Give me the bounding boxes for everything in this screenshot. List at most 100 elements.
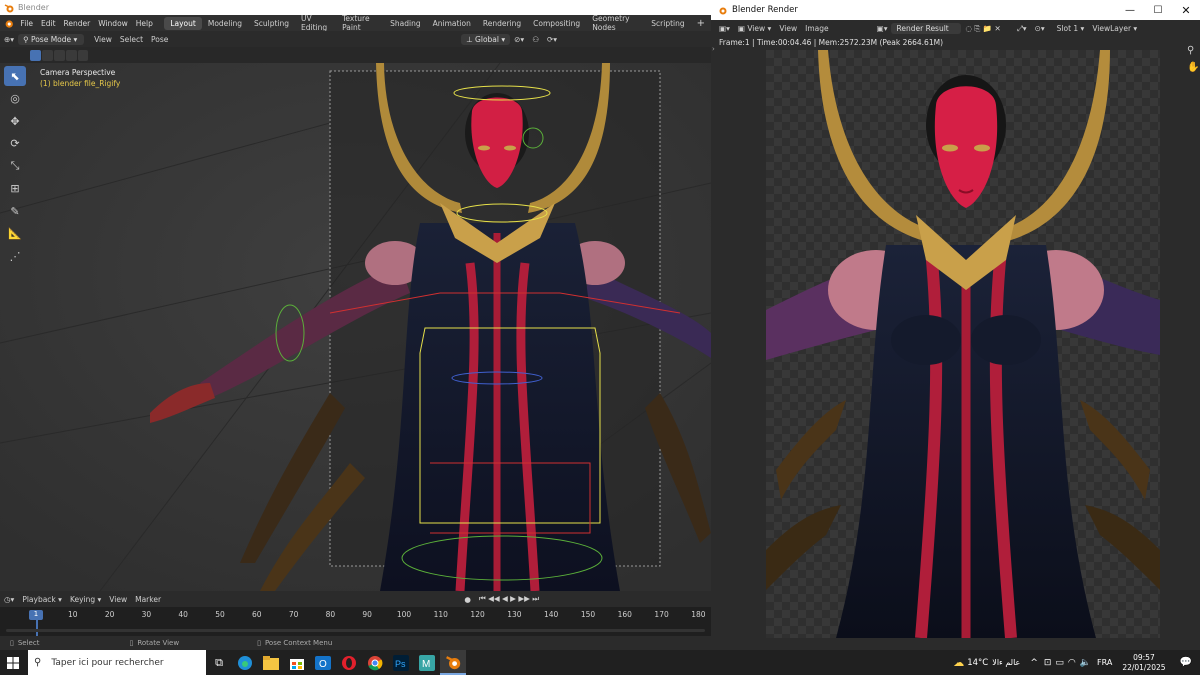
weather-icon[interactable]: ☁ — [953, 656, 964, 669]
menu-edit[interactable]: Edit — [37, 19, 60, 28]
mode-label: Pose Mode — [30, 34, 72, 44]
rotate-tool[interactable]: ⟳ — [4, 134, 26, 154]
add-workspace-icon[interactable]: + — [691, 16, 711, 31]
keying-label: Keying — [69, 594, 96, 604]
task-view-icon[interactable]: ⧉ — [206, 650, 232, 675]
orientation-dropdown[interactable]: ⊥ Global ▾ — [461, 33, 511, 45]
clock[interactable]: 09:57 22/01/2025 — [1122, 653, 1165, 673]
store-icon[interactable] — [284, 650, 310, 675]
timeline-editor-icon[interactable]: ◷▾ — [0, 594, 18, 605]
chrome-icon[interactable] — [362, 650, 388, 675]
render-result-field[interactable]: Render Result — [891, 23, 962, 34]
timeline-scrollbar[interactable] — [6, 629, 705, 632]
scale-tool[interactable]: ⤡ — [4, 156, 26, 176]
timeline-area[interactable]: 1 10 20 30 40 50 60 70 80 90 100 110 120 130 140 150 16… — [0, 607, 711, 636]
playhead-line — [36, 620, 38, 636]
maximize-icon[interactable]: ☐ — [1144, 5, 1172, 16]
menu-help[interactable]: Help — [132, 19, 157, 28]
selection-mode-bar — [0, 47, 711, 63]
render-view-dropdown[interactable]: ▣ View ▾ — [734, 23, 775, 34]
tab-animation[interactable]: Animation — [427, 17, 477, 30]
viewlayer-dropdown[interactable]: ViewLayer ▾ — [1088, 23, 1141, 34]
cursor-tool[interactable]: ◎ — [4, 89, 26, 109]
blender-menu-icon[interactable] — [3, 17, 13, 29]
edge-icon[interactable] — [232, 650, 258, 675]
render-image-menu[interactable]: Image — [801, 23, 833, 34]
image-editor-tool-icon[interactable]: ⤢▾ — [1013, 23, 1031, 35]
playback-controls[interactable]: ⏮ ◀◀ ◀ ▶ ▶▶ ⏭ — [475, 593, 543, 605]
proportional-icon[interactable]: ⟳▾ — [543, 34, 561, 45]
annotate-tool[interactable]: ✎ — [4, 201, 26, 221]
snap-icon[interactable]: ⚇ — [528, 34, 543, 45]
start-icon[interactable] — [0, 650, 26, 675]
taskbar-search[interactable]: ⚲ Taper ici pour rechercher — [28, 650, 206, 675]
view-menu[interactable]: View — [90, 34, 116, 45]
weather-temp[interactable]: 14°C — [967, 658, 988, 668]
bone-envelope-tool[interactable]: ⋰ — [4, 246, 26, 266]
marker-menu[interactable]: Marker — [131, 594, 165, 605]
slot-label: Slot 1 — [1056, 24, 1079, 33]
playback-menu[interactable]: Playback ▾ — [18, 594, 66, 605]
blender-taskbar-icon[interactable] — [440, 650, 466, 675]
render-view-menu[interactable]: View — [775, 23, 801, 34]
overlay-icon[interactable]: ⊙▾ — [1031, 23, 1049, 34]
transform-tool[interactable]: ⊞ — [4, 179, 26, 199]
wifi-icon[interactable]: ◠ — [1068, 658, 1076, 668]
tray-chevron-icon[interactable]: ^ — [1030, 658, 1038, 668]
tab-scripting[interactable]: Scripting — [645, 17, 690, 30]
pivot-icon[interactable]: ⊘▾ — [510, 34, 528, 45]
outlook-icon[interactable]: O — [310, 650, 336, 675]
battery-icon[interactable]: ▭ — [1055, 658, 1064, 668]
image-editor-type-icon[interactable]: ▣▾ — [715, 23, 734, 34]
current-frame-indicator[interactable]: 1 — [29, 610, 43, 620]
photoshop-icon[interactable]: Ps — [388, 650, 414, 675]
sidebar-toggle-icon[interactable]: › — [712, 45, 715, 53]
timeline-tick: 70 — [288, 610, 299, 619]
blender-title: Blender — [18, 3, 49, 12]
select-menu[interactable]: Select — [116, 34, 147, 45]
tab-modeling[interactable]: Modeling — [202, 17, 248, 30]
status-rotate: Rotate View — [137, 639, 180, 647]
maya-icon[interactable]: M — [414, 650, 440, 675]
file-explorer-icon[interactable] — [258, 650, 284, 675]
tab-shading[interactable]: Shading — [384, 17, 426, 30]
render-window: Blender Render — ☐ ✕ ▣▾ ▣ View ▾ View Im… — [711, 0, 1200, 650]
timeline-view-menu[interactable]: View — [105, 594, 131, 605]
render-canvas[interactable] — [766, 50, 1160, 638]
pan-icon[interactable]: ✋ — [1187, 62, 1199, 73]
notification-icon[interactable]: 💬 — [1180, 657, 1192, 668]
volume-icon[interactable]: 🔈 — [1080, 658, 1091, 668]
tab-compositing[interactable]: Compositing — [527, 17, 586, 30]
editor-type-icon[interactable]: ⊕▾ — [0, 34, 18, 45]
render-image — [766, 50, 1160, 638]
move-tool[interactable]: ✥ — [4, 111, 26, 131]
mouse-left-icon: ▯ — [10, 639, 14, 647]
select-box-tool[interactable]: ⬉ — [4, 66, 26, 86]
record-icon[interactable]: ● — [460, 594, 475, 605]
menu-window[interactable]: Window — [94, 19, 132, 28]
tab-sculpting[interactable]: Sculpting — [248, 17, 295, 30]
language-indicator[interactable]: FRA — [1097, 658, 1112, 667]
slot-dropdown[interactable]: Slot 1 ▾ — [1053, 23, 1089, 34]
network-icon[interactable]: ⊡ — [1044, 658, 1052, 668]
mode-dropdown[interactable]: ⚲ Pose Mode ▾ — [18, 33, 85, 45]
tab-rendering[interactable]: Rendering — [477, 17, 527, 30]
minimize-icon[interactable]: — — [1116, 5, 1144, 16]
select-mode-icons[interactable] — [30, 50, 88, 61]
close-icon[interactable]: ✕ — [1172, 4, 1200, 17]
pose-menu[interactable]: Pose — [147, 34, 172, 45]
weather-text[interactable]: عالم ءالا — [992, 658, 1020, 667]
zoom-icon[interactable]: ⚲ — [1187, 45, 1194, 56]
menu-file[interactable]: File — [16, 19, 37, 28]
measure-tool[interactable]: 📐 — [4, 224, 26, 244]
opera-icon[interactable] — [336, 650, 362, 675]
image-browse-icon[interactable]: ▣▾ — [873, 23, 892, 34]
3d-viewport[interactable]: Camera Perspective (1) blender file_Rigi… — [0, 63, 711, 591]
timeline-tick: 60 — [252, 610, 262, 619]
keying-menu[interactable]: Keying ▾ — [66, 594, 105, 605]
image-fake-user-icon[interactable]: ◌ ⎘ 📁 ✕ — [961, 23, 1004, 35]
viewport-object-label: (1) blender file_Rigify — [40, 79, 121, 88]
menu-render[interactable]: Render — [60, 19, 95, 28]
tab-layout[interactable]: Layout — [164, 16, 202, 30]
status-select: Select — [17, 639, 40, 647]
